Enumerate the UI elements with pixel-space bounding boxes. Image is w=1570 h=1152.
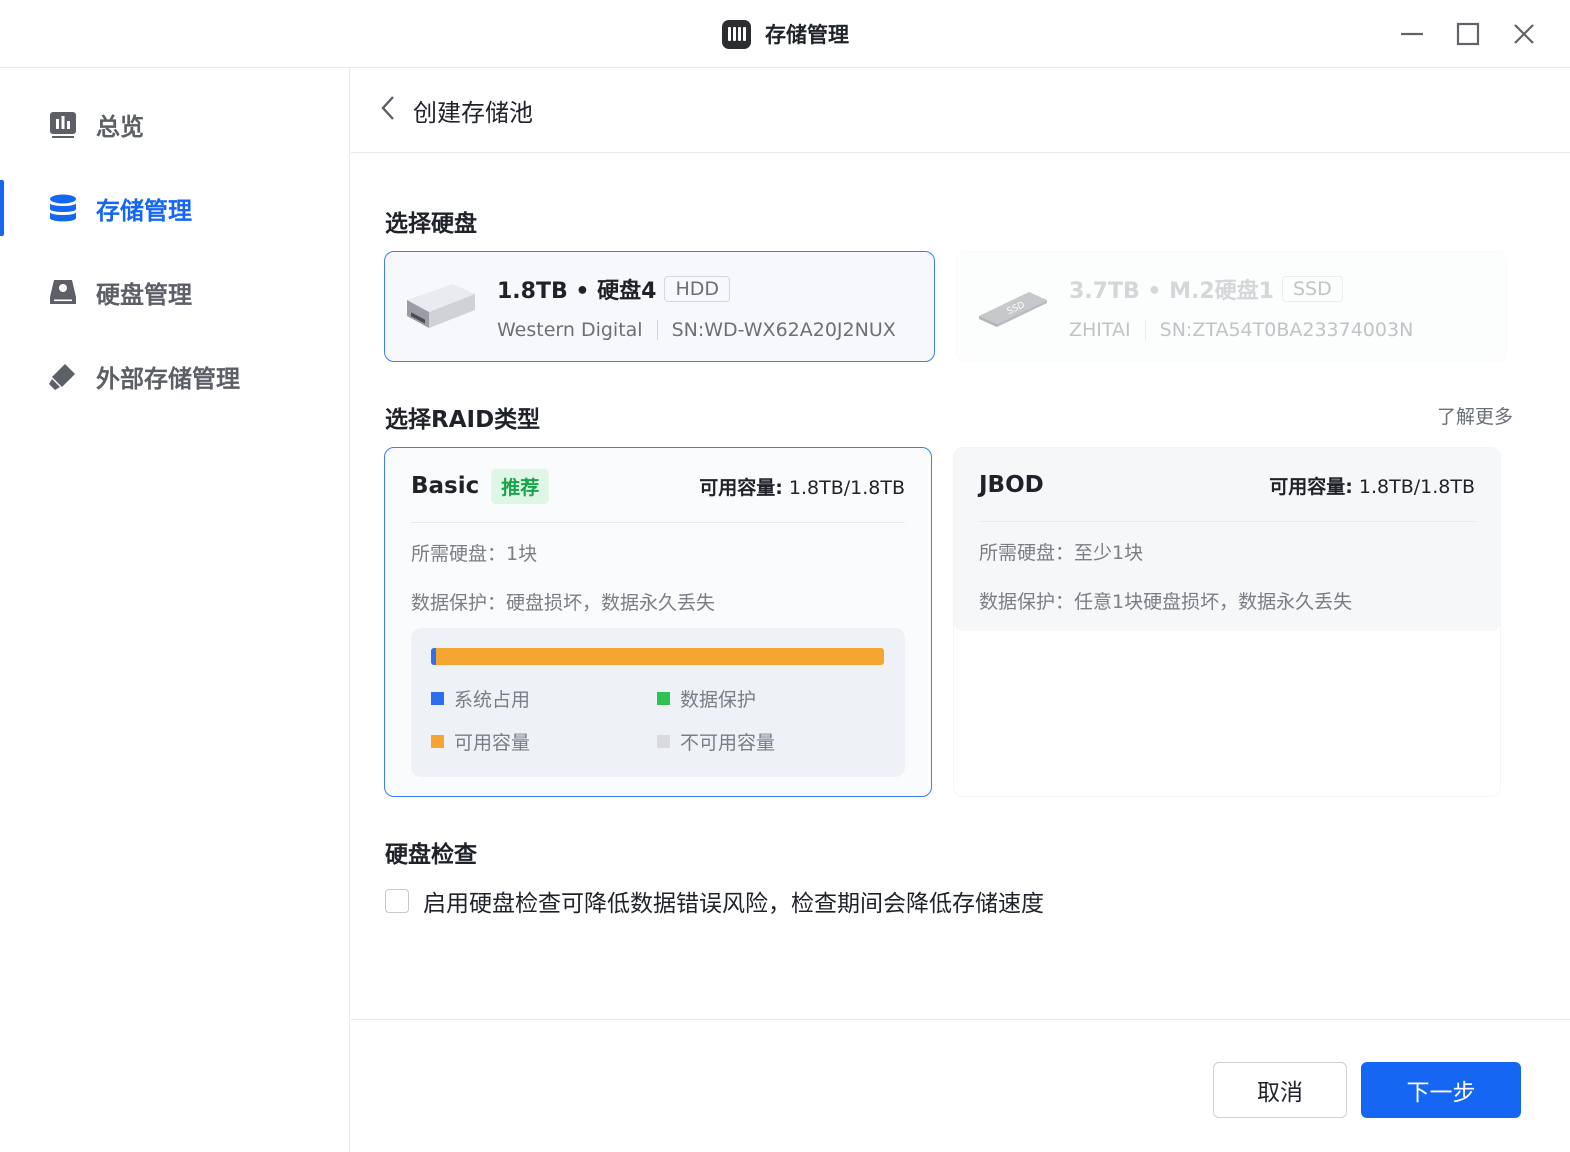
legend-item-protection: 数据保护 [657,685,883,712]
divider [1144,319,1146,340]
disk-name: 3.7TB • M.2硬盘1 [1069,278,1274,304]
capacity-label: 可用容量: [1269,475,1353,498]
window-title-group: 存储管理 [722,18,849,50]
cancel-button[interactable]: 取消 [1213,1062,1347,1118]
usage-segment-available [435,648,884,665]
hdd-icon [407,283,475,328]
disk-card-ssd: SSD 3.7TB • M.2硬盘1 SSD ZHITAI SN:ZTA54T0… [956,251,1507,362]
disk-vendor: ZHITAI [1069,318,1131,341]
raid-option-basic[interactable]: Basic 推荐 可用容量: 1.8TB/1.8TB 所需硬盘：1块 数据保护：… [384,447,932,797]
minimize-icon[interactable] [1394,16,1430,52]
legend-label: 不可用容量 [680,732,776,754]
footer-divider [351,1019,1570,1020]
capacity-label: 可用容量: [699,476,783,499]
storage-app-icon [722,19,751,49]
window-title: 存储管理 [765,23,849,47]
disk-name: 1.8TB • 硬盘4 [497,278,657,304]
raid-protection: 数据保护：硬盘损坏，数据永久丢失 [411,592,716,614]
close-icon[interactable] [1506,16,1542,52]
legend-label: 可用容量 [454,732,531,754]
sidebar-item-label: 外部存储管理 [96,364,240,393]
raid-option-jbod[interactable]: JBOD 可用容量: 1.8TB/1.8TB 所需硬盘：至少1块 数据保护：任意… [953,447,1501,797]
next-button[interactable]: 下一步 [1361,1062,1521,1118]
sidebar: 总览 存储管理 硬盘管理 外部存储管理 [0,68,350,1152]
disk-check-label: 启用硬盘检查可降低数据错误风险，检查期间会降低存储速度 [423,891,1044,917]
ssd-icon: SSD [979,291,1047,327]
recommended-badge: 推荐 [491,468,550,504]
chevron-left-icon[interactable] [379,94,397,126]
divider [656,319,658,340]
disk-serial: SN:WD-WX62A20J2NUX [671,318,896,341]
sidebar-item-disk[interactable]: 硬盘管理 [0,260,349,324]
raid-name: JBOD [979,472,1044,498]
sidebar-item-label: 存储管理 [96,196,192,225]
legend-item-unavailable: 不可用容量 [657,728,883,755]
disk-check-option[interactable]: 启用硬盘检查可降低数据错误风险，检查期间会降低存储速度 [385,884,1044,918]
raid-required-disks: 所需硬盘：至少1块 [979,542,1144,564]
disk-check-title: 硬盘检查 [385,842,477,868]
divider [979,521,1475,522]
disk-icon [50,280,76,304]
capacity-usage-panel: 系统占用 数据保护 可用容量 不可用容量 [411,628,905,777]
disk-serial: SN:ZTA54T0BA23374003N [1159,318,1414,341]
sidebar-item-label: 总览 [96,112,144,141]
raid-capacity: 可用容量: 1.8TB/1.8TB [1269,472,1475,499]
chart-icon [50,112,76,138]
legend-swatch [431,735,444,748]
raid-protection: 数据保护：任意1块硬盘损坏，数据永久丢失 [979,591,1353,613]
capacity-value: 1.8TB/1.8TB [788,476,905,499]
capacity-usage-bar [431,648,884,665]
disk-card-hdd[interactable]: 1.8TB • 硬盘4 HDD Western Digital SN:WD-WX… [384,251,935,362]
page-title: 创建存储池 [413,98,533,127]
legend-swatch [657,692,670,705]
maximize-icon[interactable] [1450,16,1486,52]
sidebar-item-external[interactable]: 外部存储管理 [0,344,349,408]
title-bar: 存储管理 [0,0,1570,68]
usb-icon [49,364,75,390]
capacity-value: 1.8TB/1.8TB [1358,475,1475,498]
raid-required-disks: 所需硬盘：1块 [411,543,538,565]
learn-more-link[interactable]: 了解更多 [1437,402,1513,429]
raid-capacity: 可用容量: 1.8TB/1.8TB [699,473,905,500]
page-header: 创建存储池 [351,68,1570,153]
disk-type-badge: HDD [664,275,730,302]
legend-item-system: 系统占用 [431,685,657,712]
disk-type-badge: SSD [1282,275,1343,302]
legend-label: 系统占用 [454,689,531,711]
database-icon [50,194,76,222]
sidebar-item-label: 硬盘管理 [96,280,192,309]
legend-item-available: 可用容量 [431,728,657,755]
legend-label: 数据保护 [680,689,757,711]
sidebar-item-overview[interactable]: 总览 [0,92,349,156]
raid-name: Basic [411,473,480,499]
legend-swatch [657,735,670,748]
disk-check-checkbox[interactable] [385,889,409,913]
sidebar-item-storage[interactable]: 存储管理 [0,176,349,240]
divider [411,522,905,523]
disk-vendor: Western Digital [497,318,643,341]
select-raid-title: 选择RAID类型 [385,407,541,433]
usage-legend: 系统占用 数据保护 可用容量 不可用容量 [431,685,885,755]
select-disk-title: 选择硬盘 [385,211,477,237]
legend-swatch [431,692,444,705]
